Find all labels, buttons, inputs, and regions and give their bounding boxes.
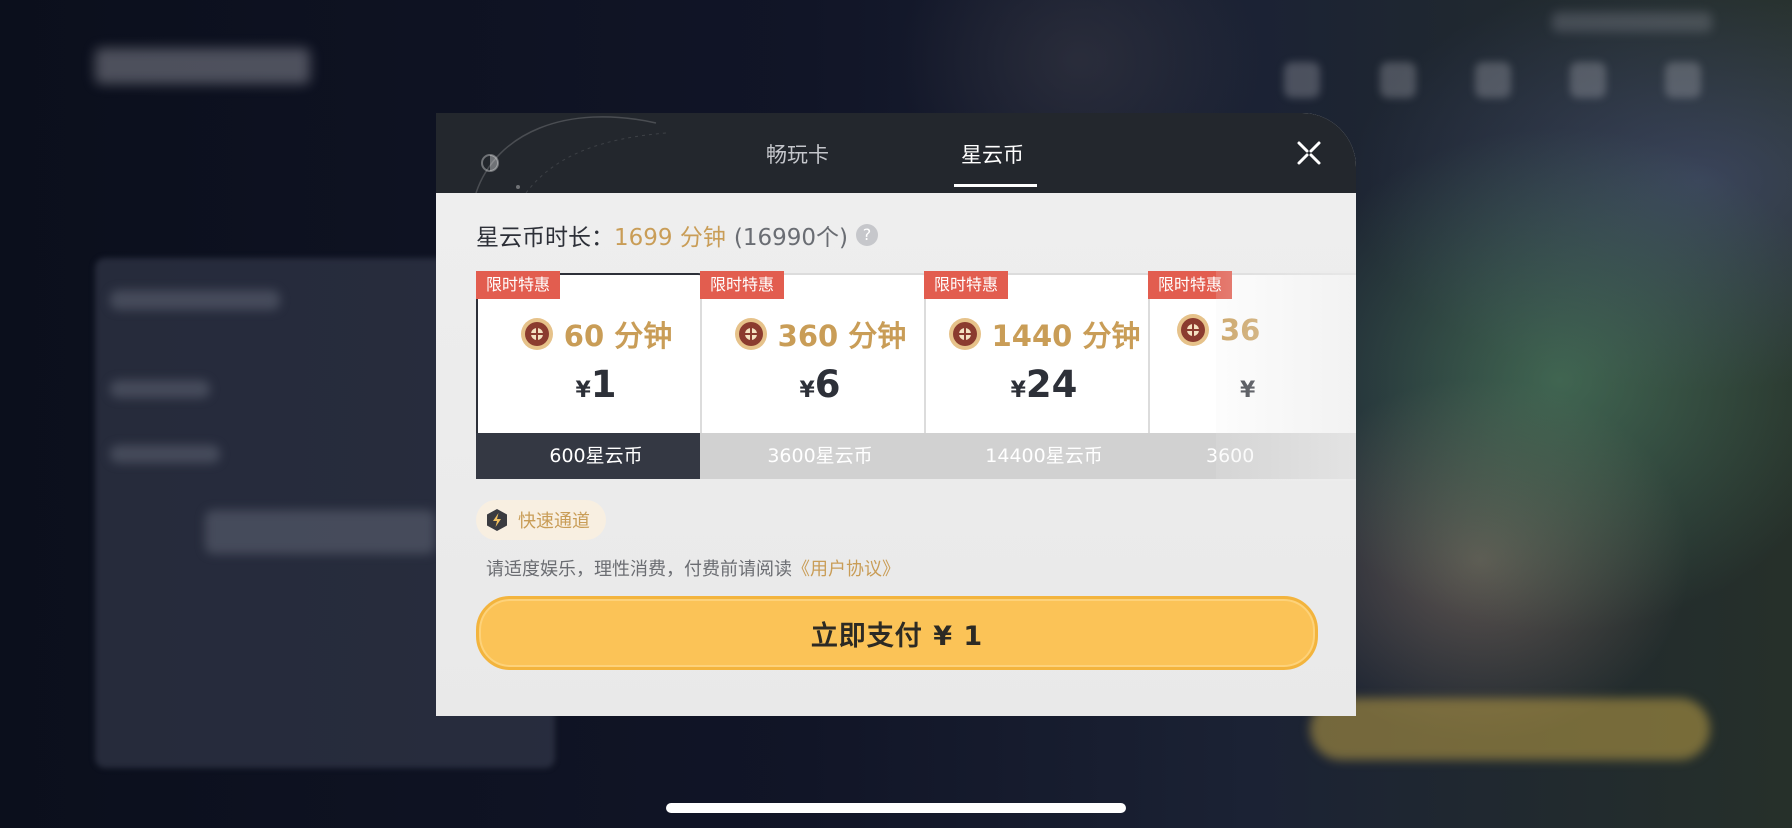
currency-symbol: ¥ [799,378,815,403]
lightning-icon [487,509,507,531]
card-minutes-row: 60 分钟 [476,313,716,355]
card-minutes: 1440 分钟 [991,319,1141,353]
card-minutes: 60 分钟 [563,319,673,353]
package-list: 限时特惠 60 分钟 ¥1 600星云币 限时特惠 360 分钟 ¥6 3600… [476,271,1356,481]
card-coins: 3600 [1148,433,1356,479]
price-value: 1 [590,363,617,406]
active-tab-indicator [954,184,1037,187]
promo-badge: 限时特惠 [924,271,1009,299]
currency-symbol: ¥ [575,378,591,403]
package-card-1440[interactable]: 限时特惠 1440 分钟 ¥24 14400星云币 [924,271,1164,479]
home-indicator[interactable] [666,803,1126,813]
pay-button-label: 立即支付 ¥ 1 [810,620,984,652]
background-icon [1380,62,1416,98]
background-icon [1475,62,1511,98]
background-text [110,290,280,310]
background-gold-button [1310,698,1710,760]
card-minutes-row: 36 [1148,313,1260,347]
coin-icon [520,318,553,350]
balance-minutes: 1699 分钟 [614,225,726,251]
background-text [110,445,220,463]
background-icon [1570,62,1606,98]
background-button [205,510,435,554]
coin-icon [1177,314,1209,346]
pay-now-button[interactable]: 立即支付 ¥ 1 [476,596,1318,670]
recharge-dialog: 畅玩卡 星云币 星云币时长： 1699 分钟 (16990个) ? 限时特惠 6… [436,113,1356,716]
package-card-360[interactable]: 限时特惠 360 分钟 ¥6 3600星云币 [700,271,940,479]
dialog-header: 畅玩卡 星云币 [436,113,1356,193]
close-icon[interactable] [1294,138,1324,168]
card-minutes: 36 [1220,313,1261,347]
promo-badge: 限时特惠 [1148,271,1233,299]
notice-text: 请适度娱乐，理性消费，付费前请阅读 [486,559,792,580]
card-coins: 3600星云币 [700,433,940,479]
card-price: ¥ [1148,363,1255,406]
user-agreement-link[interactable]: 《用户协议》 [792,559,900,580]
background-text [110,380,210,398]
balance-label: 星云币时长： [476,225,614,251]
fast-channel-label: 快速通道 [518,511,590,532]
payment-notice: 请适度娱乐，理性消费，付费前请阅读《用户协议》 [486,555,900,581]
help-icon[interactable]: ? [855,224,878,246]
promo-badge: 限时特惠 [476,271,561,299]
background-logo [95,48,310,84]
card-minutes-row: 1440 分钟 [924,313,1164,355]
orbit-decoration-icon [475,116,666,193]
price-value: 6 [814,363,841,406]
card-minutes: 360 分钟 [777,319,907,353]
tab-nebula-coin[interactable]: 星云币 [961,139,1024,169]
background-icon [1665,62,1701,98]
card-coins: 14400星云币 [924,433,1164,479]
promo-badge: 限时特惠 [700,271,785,299]
coin-icon [734,318,767,350]
card-coins: 600星云币 [476,433,716,479]
dialog-body: 星云币时长： 1699 分钟 (16990个) ? 限时特惠 60 分钟 ¥1 … [436,193,1356,716]
package-card-60[interactable]: 限时特惠 60 分钟 ¥1 600星云币 [476,271,716,479]
balance-row: 星云币时长： 1699 分钟 (16990个) ? [476,218,878,252]
background-status [1552,12,1712,32]
package-card-3600[interactable]: 限时特惠 36 ¥ 3600 [1148,271,1356,479]
price-value: 24 [1025,363,1078,406]
currency-symbol: ¥ [1010,378,1026,403]
card-price: ¥6 [700,363,940,406]
coin-icon [948,318,981,350]
card-price: ¥1 [476,363,716,406]
fast-channel-chip[interactable]: 快速通道 [476,500,606,540]
card-price: ¥24 [924,363,1164,406]
tab-pass-card[interactable]: 畅玩卡 [766,139,829,169]
balance-coins: (16990个) [733,225,848,251]
background-icon [1284,62,1320,98]
currency-symbol: ¥ [1240,378,1256,403]
card-minutes-row: 360 分钟 [700,313,940,355]
